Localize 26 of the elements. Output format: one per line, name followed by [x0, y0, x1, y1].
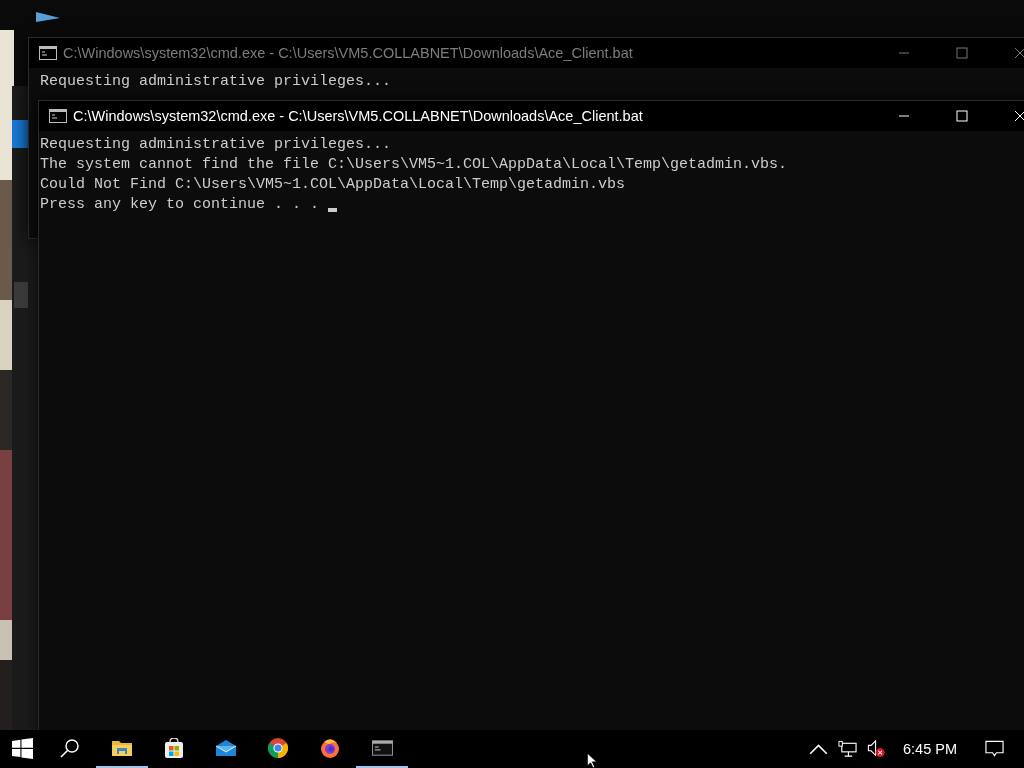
clock[interactable]: 6:45 PM	[891, 730, 973, 768]
console-line: Could Not Find C:\Users\VM5~1.COL\AppData\Local\Temp\getadmin.vbs	[40, 175, 626, 195]
folder-icon	[112, 739, 132, 757]
browser-ball-icon	[268, 738, 288, 758]
network-icon	[838, 740, 857, 758]
window-title: C:\Windows\system32\cmd.exe - C:\Users\VM5.COLLABNET\Downloads\Ace_Client.bat	[63, 45, 634, 61]
envelope-icon	[216, 740, 236, 756]
windows-logo-icon	[11, 737, 33, 759]
close-icon	[1014, 47, 1024, 59]
console-icon	[371, 740, 393, 756]
maximize-icon	[956, 47, 968, 59]
console-line: Requesting administrative privileges...	[40, 135, 392, 155]
fox-globe-icon	[320, 738, 340, 758]
search-icon	[60, 738, 80, 758]
triangle-icon	[36, 12, 60, 22]
close-icon	[1014, 110, 1024, 122]
console-icon	[49, 109, 67, 123]
console-icon	[39, 46, 57, 60]
scrollbar-thumb	[14, 282, 28, 308]
console-line: Requesting administrative privileges...	[40, 72, 392, 92]
console-line: Press any key to continue . . .	[40, 195, 320, 215]
shopping-bag-icon	[164, 738, 184, 758]
maximize-icon	[956, 110, 968, 122]
console-line: The system cannot find the file C:\Users\VM5~1.COL\AppData\Local\Temp\getadmin.vbs.	[40, 155, 788, 175]
speech-bubble-icon	[985, 740, 1004, 758]
window-title: C:\Windows\system32\cmd.exe - C:\Users\VM5.COLLABNET\Downloads\Ace_Client.bat	[73, 108, 644, 124]
